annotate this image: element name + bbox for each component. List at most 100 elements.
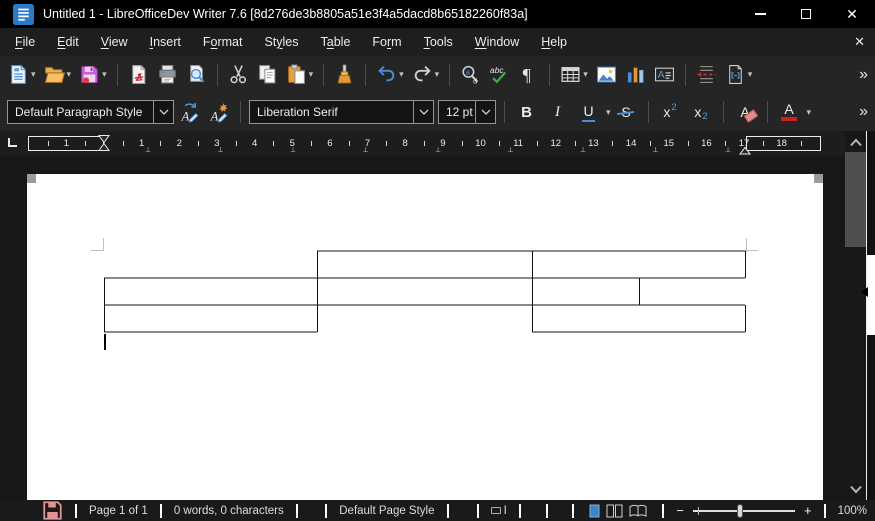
spelling-button[interactable]: abc	[486, 60, 513, 90]
print-button[interactable]	[154, 60, 181, 90]
zoom-in-button[interactable]: +	[804, 503, 812, 518]
paste-button[interactable]: ▾	[283, 60, 317, 90]
document-page[interactable]	[27, 174, 823, 500]
toolbar-separator	[365, 63, 367, 86]
horizontal-ruler[interactable]: 1 2 3 4 5 6 7 8 9 10 11 12 13 14 15 16 17 18 1 ⊥ ⊥ ⊥ ⊥ ⊥ ⊥ ⊥ ⊥ ⊥	[0, 131, 875, 156]
font-size-combobox[interactable]: 12 pt	[438, 100, 496, 124]
cut-button[interactable]	[225, 60, 252, 90]
update-style-button[interactable]: A	[177, 97, 204, 127]
font-color-dropdown-arrow[interactable]: ▾	[807, 107, 812, 118]
formatting-toolbar-overflow-button[interactable]: »	[859, 103, 868, 121]
save-icon	[79, 64, 100, 85]
insert-table-dropdown-arrow[interactable]: ▾	[583, 69, 588, 80]
clear-formatting-button[interactable]: A	[732, 98, 759, 126]
insert-chart-button[interactable]	[622, 60, 649, 90]
maximize-button[interactable]	[783, 0, 829, 28]
menu-tools[interactable]: Tools	[413, 31, 464, 53]
superscript-button[interactable]: x2	[657, 98, 684, 126]
menu-insert[interactable]: Insert	[139, 31, 192, 53]
new-document-button[interactable]: ▾	[5, 60, 39, 90]
insert-image-button[interactable]	[593, 60, 620, 90]
minimize-button[interactable]	[737, 0, 783, 28]
open-file-button[interactable]: ▾	[41, 60, 75, 90]
save-dropdown-arrow[interactable]: ▾	[102, 69, 107, 80]
menu-table[interactable]: Table	[310, 31, 362, 53]
new-style-button[interactable]: A	[206, 97, 233, 127]
page-number-status[interactable]: Page 1 of 1	[89, 505, 148, 517]
paste-dropdown-arrow[interactable]: ▾	[309, 69, 314, 80]
copy-button[interactable]	[254, 60, 281, 90]
paragraph-style-combobox[interactable]: Default Paragraph Style	[7, 100, 174, 124]
standard-toolbar-overflow-button[interactable]: »	[859, 66, 868, 84]
italic-button[interactable]: I	[544, 98, 571, 126]
font-color-button[interactable]: A	[776, 98, 803, 126]
save-button[interactable]: ▾	[76, 60, 110, 90]
font-name-dropdown[interactable]	[413, 101, 433, 123]
menu-styles[interactable]: Styles	[253, 31, 309, 53]
ruler-number: 16	[701, 138, 712, 149]
scrollbar-thumb[interactable]	[845, 152, 866, 247]
vertical-scrollbar[interactable]	[845, 131, 866, 500]
page-style-status[interactable]: Default Page Style	[339, 505, 434, 517]
redo-dropdown-arrow[interactable]: ▾	[435, 69, 440, 80]
subscript-button[interactable]: x2	[688, 98, 715, 126]
paragraph-style-dropdown[interactable]	[153, 101, 173, 123]
clone-formatting-button[interactable]	[331, 60, 358, 90]
font-size-dropdown[interactable]	[475, 101, 495, 123]
new-document-dropdown-arrow[interactable]: ▾	[31, 69, 36, 80]
save-status-icon[interactable]	[42, 500, 63, 521]
svg-text:a: a	[466, 68, 471, 77]
undo-button[interactable]: ▾	[373, 60, 407, 90]
open-file-dropdown-arrow[interactable]: ▾	[67, 69, 72, 80]
print-preview-button[interactable]	[183, 60, 210, 90]
superscript-glyph: x	[663, 104, 671, 120]
single-page-view-button[interactable]	[589, 504, 600, 518]
menu-view[interactable]: View	[90, 31, 139, 53]
bold-button[interactable]: B	[513, 98, 540, 126]
redo-button[interactable]: ▾	[409, 60, 443, 90]
font-color-glyph: A	[784, 100, 794, 117]
tab-stop-selector[interactable]	[8, 138, 17, 147]
formatting-marks-button[interactable]: ¶	[515, 60, 542, 90]
menu-edit[interactable]: Edit	[46, 31, 90, 53]
menu-form[interactable]: Form	[361, 31, 412, 53]
underline-button[interactable]: U	[575, 98, 602, 126]
zoom-slider-handle[interactable]	[736, 503, 743, 518]
insert-mode-glyph: I	[503, 504, 507, 517]
close-document-button[interactable]: ✕	[854, 34, 865, 50]
strikethrough-button[interactable]: S	[613, 98, 640, 126]
font-name-value: Liberation Serif	[257, 105, 338, 119]
underline-dropdown-arrow[interactable]: ▾	[606, 107, 611, 118]
book-view-button[interactable]	[629, 504, 647, 518]
word-count-status[interactable]: 0 words, 0 characters	[174, 505, 284, 517]
close-window-button[interactable]: ✕	[829, 0, 875, 28]
undo-dropdown-arrow[interactable]: ▾	[399, 69, 404, 80]
menu-file[interactable]: File	[4, 31, 46, 53]
menubar: File Edit View Insert Format Styles Table Form T…	[0, 28, 875, 56]
toolbar-separator	[684, 63, 686, 86]
insert-field-button[interactable]: ▾	[722, 60, 756, 90]
insert-table-button[interactable]: ▾	[557, 60, 591, 90]
scroll-down-button[interactable]	[845, 479, 866, 499]
menu-help[interactable]: Help	[530, 31, 578, 53]
multi-page-view-button[interactable]	[606, 504, 623, 518]
insert-field-dropdown-arrow[interactable]: ▾	[748, 69, 753, 80]
insert-page-break-button[interactable]	[693, 60, 720, 90]
font-name-combobox[interactable]: Liberation Serif	[249, 100, 434, 124]
menu-format[interactable]: Format	[192, 31, 254, 53]
insert-text-box-button[interactable]: A	[651, 60, 678, 90]
zoom-level[interactable]: 100%	[838, 505, 867, 517]
export-pdf-button[interactable]	[125, 60, 152, 90]
menu-window[interactable]: Window	[464, 31, 530, 53]
insert-field-icon	[725, 64, 746, 85]
zoom-out-button[interactable]: −	[676, 503, 684, 518]
row-boundary-marker[interactable]	[861, 287, 868, 297]
scroll-up-button[interactable]	[845, 132, 866, 152]
indent-marker[interactable]	[97, 134, 111, 157]
zoom-slider[interactable]	[692, 503, 795, 518]
insert-chart-icon	[625, 64, 646, 85]
insert-mode-status[interactable]: I	[490, 504, 507, 517]
print-icon	[157, 64, 178, 85]
ruler-margin-number: 1	[63, 138, 69, 149]
find-replace-button[interactable]: ad	[457, 60, 484, 90]
